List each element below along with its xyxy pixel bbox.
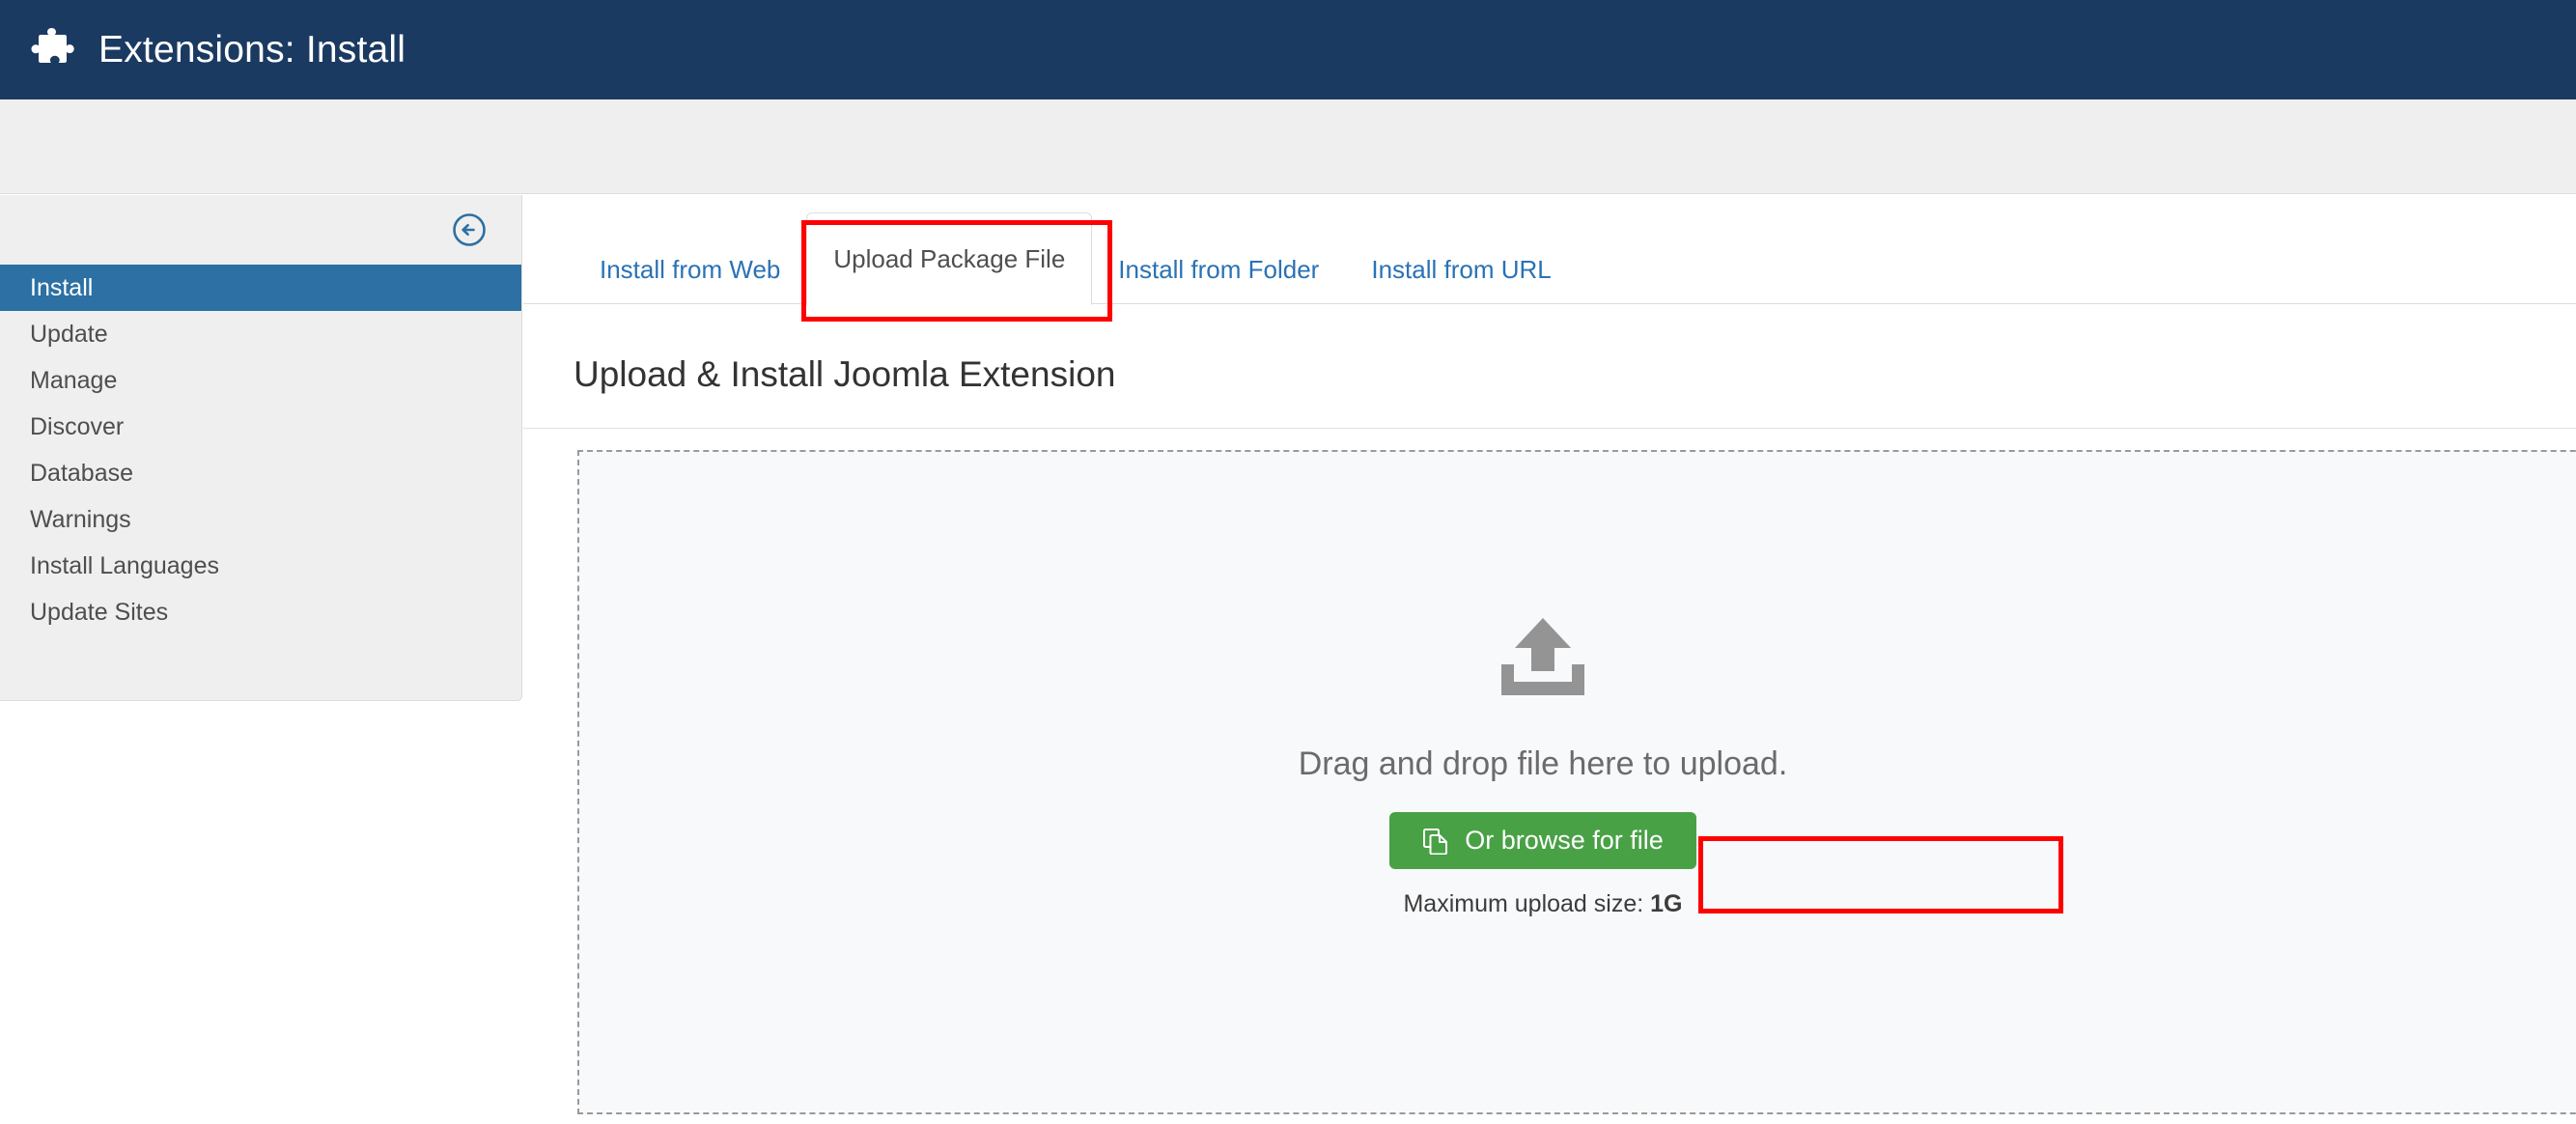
max-upload-size: Maximum upload size: 1G <box>1403 890 1682 918</box>
tab-install-from-url[interactable]: Install from URL <box>1345 235 1577 304</box>
sidebar-collapse-row <box>0 195 521 265</box>
section-heading: Upload & Install Joomla Extension <box>574 354 1116 394</box>
heading-divider <box>523 428 2576 429</box>
tab-install-from-folder[interactable]: Install from Folder <box>1092 235 1345 304</box>
sidebar-item-install-languages[interactable]: Install Languages <box>0 543 521 589</box>
sidebar-item-label: Update Sites <box>30 598 169 626</box>
tab-upload-package-file[interactable]: Upload Package File <box>806 212 1093 305</box>
upload-tray-icon <box>1498 616 1588 697</box>
copy-files-icon <box>1422 828 1449 855</box>
max-upload-size-label: Maximum upload size: <box>1403 890 1644 917</box>
sidebar-item-manage[interactable]: Manage <box>0 357 521 404</box>
max-upload-size-value: 1G <box>1650 890 1683 917</box>
sidebar-item-database[interactable]: Database <box>0 450 521 496</box>
sidebar-item-label: Warnings <box>30 505 131 533</box>
sidebar-item-label: Install Languages <box>30 551 219 579</box>
page-header: Extensions: Install <box>0 0 2576 99</box>
sidebar-item-warnings[interactable]: Warnings <box>0 496 521 543</box>
browse-for-file-button[interactable]: Or browse for file <box>1389 812 1696 869</box>
browse-button-label: Or browse for file <box>1465 826 1664 855</box>
browse-button-wrapper: Or browse for file <box>1389 812 1696 869</box>
tab-install-from-web[interactable]: Install from Web <box>574 235 806 304</box>
sidebar-item-update[interactable]: Update <box>0 311 521 357</box>
sidebar-item-update-sites[interactable]: Update Sites <box>0 589 521 635</box>
sidebar-menu: Install Update Manage Discover Database … <box>0 265 521 635</box>
page-title: Extensions: Install <box>98 28 406 70</box>
circle-arrow-left-icon[interactable] <box>452 212 487 247</box>
sidebar-item-label: Discover <box>30 412 125 440</box>
sidebar-item-label: Manage <box>30 366 118 394</box>
toolbar-strip <box>0 99 2576 194</box>
tab-bar: Install from Web Upload Package File Ins… <box>523 195 2576 305</box>
sidebar-item-label: Install <box>30 273 94 301</box>
sidebar-item-label: Update <box>30 320 108 348</box>
sidebar-item-install[interactable]: Install <box>0 265 521 311</box>
main-content: Install from Web Upload Package File Ins… <box>523 195 2576 1124</box>
puzzle-piece-icon <box>29 27 75 73</box>
dropzone-message: Drag and drop file here to upload. <box>1298 745 1788 782</box>
file-dropzone[interactable]: Drag and drop file here to upload. Or br… <box>577 450 2576 1114</box>
sidebar: Install Update Manage Discover Database … <box>0 195 522 701</box>
sidebar-item-discover[interactable]: Discover <box>0 404 521 450</box>
sidebar-item-label: Database <box>30 459 134 487</box>
